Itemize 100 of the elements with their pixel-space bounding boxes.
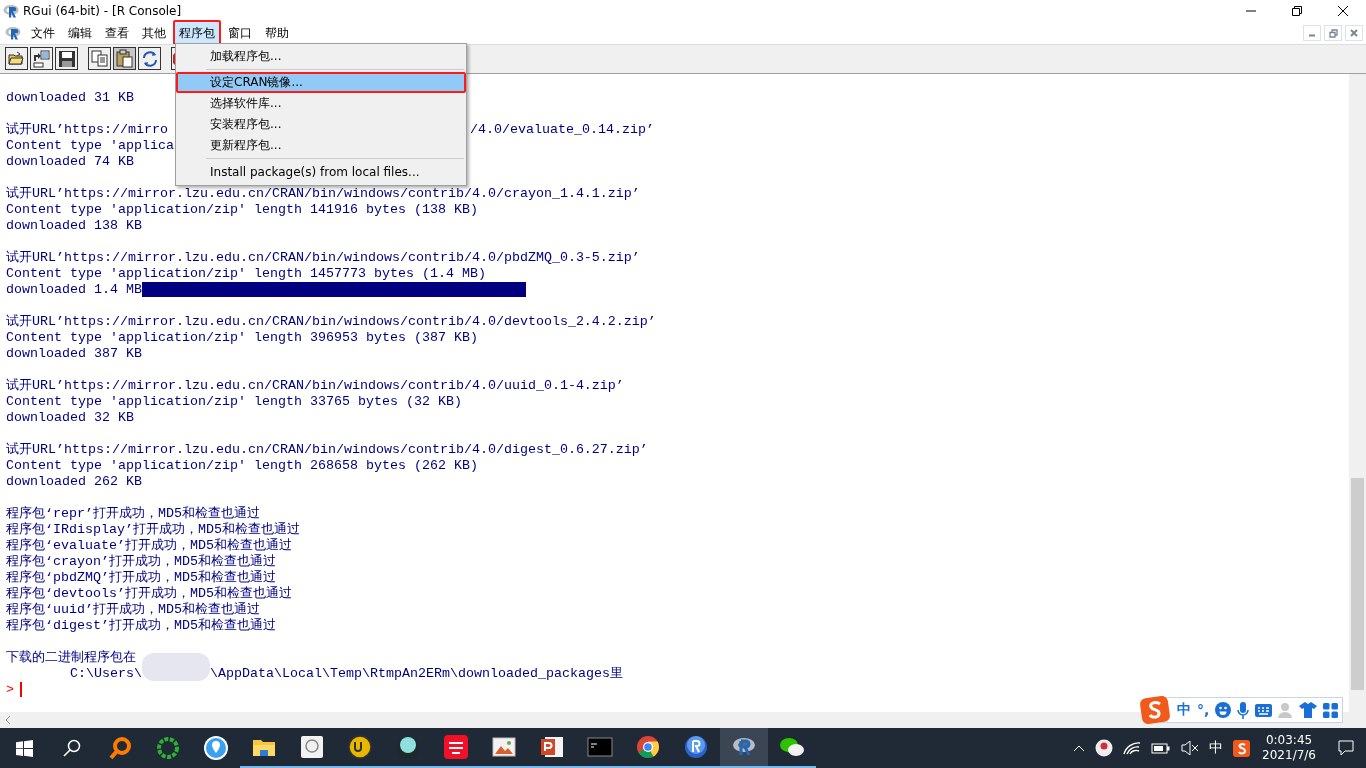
console-line: 下载的二进制程序包在 [6, 649, 136, 666]
keyboard-icon[interactable] [1255, 703, 1273, 717]
scrollbar-thumb[interactable] [1351, 477, 1364, 690]
console-line: downloaded 387 KB [6, 345, 142, 362]
load-script-button[interactable] [30, 47, 53, 71]
picture-app-icon [491, 734, 517, 760]
r-logo-button[interactable] [720, 728, 768, 768]
location-app-icon [203, 735, 229, 761]
vertical-scrollbar[interactable] [1349, 73, 1366, 712]
console-line: downloaded 32 KB [6, 409, 134, 426]
console-line: 程序包‘pbdZMQ’打开成功，MD5和检查也通过 [6, 569, 276, 586]
console-line: downloaded 262 KB [6, 473, 142, 490]
console-line: 试开URL’https://mirro [6, 121, 168, 138]
console-line: Content type 'application/zip' length 33765 bytes (32 KB) [6, 393, 462, 410]
menu-item[interactable]: 更新程序包... [176, 135, 466, 156]
powerpoint-icon [539, 734, 565, 760]
text-cursor [20, 682, 22, 698]
open-folder-button[interactable] [5, 47, 28, 71]
input-language[interactable]: 中 [1209, 739, 1224, 757]
copy-button[interactable] [88, 47, 111, 71]
paste-icon [114, 48, 135, 69]
console-line: downloaded 74 KB [6, 153, 134, 170]
menu-item[interactable]: 设定CRAN镜像... [176, 72, 466, 93]
console-line: 程序包‘crayon’打开成功，MD5和检查也通过 [6, 553, 276, 570]
console-line: /4.0/evaluate_0.14.zip’ [470, 121, 654, 138]
console-line: C:\Users\ [69, 665, 142, 682]
menu-item[interactable]: 编辑 [62, 22, 98, 44]
clock[interactable]: 0:03:45 2021/7/6 [1262, 733, 1316, 763]
chrome-icon [635, 734, 661, 760]
chevron-up-icon[interactable] [1073, 744, 1086, 752]
restore-icon [1292, 6, 1302, 16]
ring-app-icon [155, 735, 181, 761]
menu-item[interactable]: 选择软件库... [176, 93, 466, 114]
grid-icon[interactable] [1323, 702, 1339, 718]
menu-item[interactable]: 安装程序包... [176, 114, 466, 135]
menu-item[interactable]: 查看 [99, 22, 135, 44]
r-app-icon [683, 734, 709, 760]
clock-time: 0:03:45 [1265, 733, 1313, 748]
e-app-icon [299, 734, 325, 760]
speaker-muted-icon[interactable] [1181, 741, 1200, 755]
microphone-icon[interactable] [1237, 701, 1250, 719]
r-logo-icon [5, 26, 21, 40]
console-line: \AppData\Local\Temp\RtmpAn2ERm\downloaded_packages里 [210, 665, 623, 682]
paste-button[interactable] [113, 47, 136, 71]
sogou-logo-icon[interactable] [1233, 739, 1251, 757]
shirt-icon[interactable] [1299, 702, 1318, 718]
orb-app-icon [395, 734, 421, 760]
save-button[interactable] [55, 47, 78, 71]
punctuation-mode[interactable]: °, [1197, 702, 1210, 718]
restore-icon [1328, 28, 1338, 38]
console-line: 程序包‘uuid’打开成功，MD5和检查也通过 [6, 601, 260, 618]
menu-item[interactable]: Install package(s) from local files... [176, 161, 466, 182]
menu-item[interactable]: 窗口 [222, 22, 258, 44]
smiley-icon[interactable] [1215, 702, 1232, 718]
console-line: 程序包‘evaluate’打开成功，MD5和检查也通过 [6, 537, 292, 554]
console-line: Content type 'application/zip' length 396953 bytes (387 KB) [6, 329, 478, 346]
load-script-icon [31, 48, 52, 69]
console-line: Content type 'application/zip' length 268658 bytes (262 KB) [6, 457, 478, 474]
console-line: 试开URL’https://mirror.lzu.edu.cn/CRAN/bin/windows/contrib/4.0/digest_0.6.27.zip’ [6, 441, 648, 458]
magnifier-app-icon [107, 735, 133, 761]
lines-app-icon [443, 734, 469, 760]
clock-date: 2021/7/6 [1262, 748, 1316, 763]
redaction-blur [142, 652, 210, 681]
input-mode[interactable]: 中 [1177, 701, 1191, 719]
r-logo-icon [3, 4, 19, 18]
menu-item[interactable]: 文件 [25, 22, 61, 44]
console-line: downloaded 138 KB [6, 217, 142, 234]
u-disc-app-icon [347, 734, 373, 760]
close-button[interactable] [1345, 25, 1363, 41]
console-line: 程序包‘devtools’打开成功，MD5和检查也通过 [6, 585, 292, 602]
console-line: Content type 'application/zip' length 141916 bytes (138 KB) [6, 201, 478, 218]
console-line: 试开URL’https://mirror.lzu.edu.cn/CRAN/bin/windows/contrib/4.0/crayon_1.4.1.zip’ [6, 185, 640, 202]
menu-item[interactable]: 帮助 [259, 22, 295, 44]
close-icon [1338, 6, 1348, 16]
scroll-left-icon [5, 716, 11, 724]
close-icon [1350, 29, 1358, 37]
save-icon [56, 48, 77, 69]
refresh-button[interactable] [138, 47, 161, 71]
search-icon [63, 739, 81, 757]
user-icon[interactable] [1095, 739, 1114, 757]
console-line: Content type 'applica [6, 137, 174, 154]
window-title: RGui (64-bit) - [R Console] [23, 4, 182, 18]
console-line: 试开URL’https://mirror.lzu.edu.cn/CRAN/bin/windows/contrib/4.0/pbdZMQ_0.3-5.zip’ [6, 249, 640, 266]
prompt: > [6, 681, 14, 698]
menu-item[interactable]: 其他 [136, 22, 172, 44]
menu-item[interactable]: 加载程序包... [176, 46, 466, 67]
windows-logo-icon [15, 739, 33, 757]
console-line: 试开URL’https://mirror.lzu.edu.cn/CRAN/bin/windows/contrib/4.0/devtools_2.4.2.zip’ [6, 313, 656, 330]
console-line: 程序包‘IRdisplay’打开成功，MD5和检查也通过 [6, 521, 300, 538]
battery-icon[interactable] [1151, 742, 1172, 754]
console-line: 程序包‘repr’打开成功，MD5和检查也通过 [6, 505, 260, 522]
console-line: downloaded 1.4 MB [6, 281, 142, 298]
wifi-icon[interactable] [1123, 741, 1142, 755]
console-line: Content type 'application/zip' length 1457773 bytes (1.4 MB) [6, 265, 486, 282]
console-line: 试开URL’https://mirror.lzu.edu.cn/CRAN/bin/windows/contrib/4.0/uuid_0.1-4.zip’ [6, 377, 624, 394]
console-line: downloaded 31 KB [6, 89, 134, 106]
copy-icon [89, 48, 110, 69]
speech-bubble-icon [1338, 740, 1354, 756]
menu-item[interactable]: 程序包 [173, 20, 221, 46]
terminal-icon [587, 734, 613, 760]
